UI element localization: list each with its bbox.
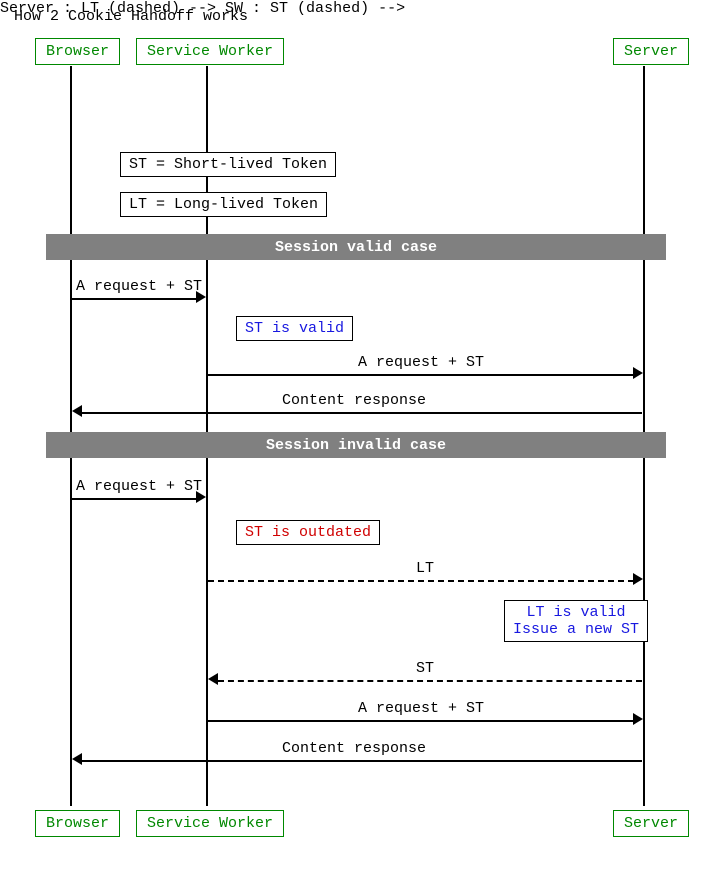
note-st-valid: ST is valid	[236, 316, 353, 341]
divider-valid-label: Session valid case	[275, 239, 437, 256]
arrowhead-req-st-2	[633, 367, 643, 379]
diagram-title: How 2 Cookie Handoff works	[14, 8, 248, 25]
note-lt-valid-line1: LT is valid	[513, 604, 639, 621]
msg-req-st-1: A request + ST	[76, 278, 202, 295]
arrow-content-resp-2	[82, 760, 642, 762]
msg-st: ST	[416, 660, 434, 677]
arrowhead-req-st-1	[196, 291, 206, 303]
arrowhead-req-st-3	[196, 491, 206, 503]
msg-content-resp-1: Content response	[282, 392, 426, 409]
msg-req-st-2: A request + ST	[358, 354, 484, 371]
divider-invalid-label: Session invalid case	[266, 437, 446, 454]
arrow-req-st-2	[208, 374, 634, 376]
arrowhead-content-resp-2	[72, 753, 82, 765]
arrow-req-st-3	[72, 498, 196, 500]
msg-req-st-4: A request + ST	[358, 700, 484, 717]
arrow-st	[218, 680, 642, 682]
participant-service-worker-top: Service Worker	[136, 38, 284, 65]
arrow-req-st-1	[72, 298, 196, 300]
msg-content-resp-2: Content response	[282, 740, 426, 757]
divider-invalid-case: Session invalid case	[46, 432, 666, 458]
arrow-req-st-4	[208, 720, 634, 722]
participant-browser-bottom: Browser	[35, 810, 120, 837]
participant-service-worker-bottom: Service Worker	[136, 810, 284, 837]
participant-server-bottom: Server	[613, 810, 689, 837]
arrowhead-content-resp-1	[72, 405, 82, 417]
msg-req-st-3: A request + ST	[76, 478, 202, 495]
note-lt-valid-line2: Issue a new ST	[513, 621, 639, 638]
note-lt-def: LT = Long-lived Token	[120, 192, 327, 217]
arrowhead-lt	[633, 573, 643, 585]
arrowhead-st	[208, 673, 218, 685]
divider-valid-case: Session valid case	[46, 234, 666, 260]
note-st-outdated: ST is outdated	[236, 520, 380, 545]
sequence-diagram: How 2 Cookie Handoff works Browser Servi…	[0, 0, 710, 872]
arrow-content-resp-1	[82, 412, 642, 414]
note-st-def: ST = Short-lived Token	[120, 152, 336, 177]
note-lt-valid: LT is valid Issue a new ST	[504, 600, 648, 642]
participant-browser-top: Browser	[35, 38, 120, 65]
msg-lt: LT	[416, 560, 434, 577]
arrow-lt	[208, 580, 634, 582]
arrowhead-req-st-4	[633, 713, 643, 725]
participant-server-top: Server	[613, 38, 689, 65]
